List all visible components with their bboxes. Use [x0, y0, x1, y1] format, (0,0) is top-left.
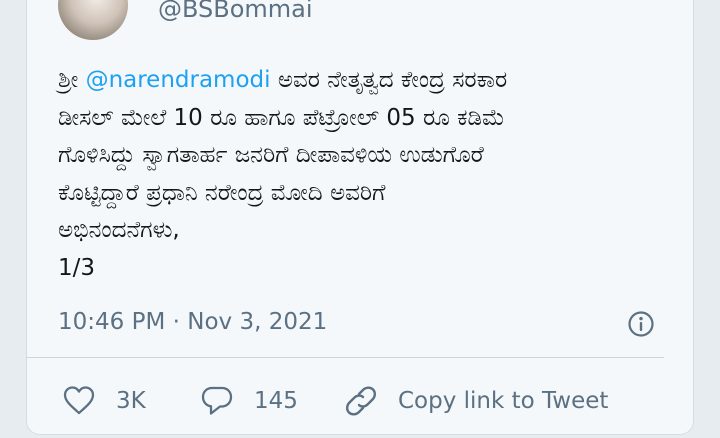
- tweet-text-line: ಗೊಳಿಸಿದ್ದು ಸ್ವಾಗತಾರ್ಹ ಜನರಿಗೆ ದೀಪಾವಳಿಯ ಉಡ…: [58, 142, 484, 168]
- link-icon: [345, 386, 377, 416]
- reply-button[interactable]: 145: [200, 384, 298, 418]
- tweet-text-suffix: ಅವರ ನೇತೃತ್ವದ ಕೇಂದ್ರ ಸರಕಾರ: [270, 67, 508, 93]
- heart-icon: [63, 386, 95, 415]
- tweet-text: ಶ್ರೀ @narendramodi ಅವರ ನೇತೃತ್ವದ ಕೇಂದ್ರ ಸ…: [58, 62, 678, 287]
- tweet-text-line: ಶ್ರೀ @narendramodi ಅವರ ನೇತೃತ್ವದ ಕೇಂದ್ರ ಸ…: [58, 62, 678, 100]
- mention-link[interactable]: @narendramodi: [86, 67, 271, 93]
- info-icon[interactable]: [627, 310, 655, 338]
- thread-counter: 1/3: [58, 254, 96, 281]
- divider: [26, 357, 664, 358]
- comment-icon: [201, 386, 233, 415]
- tweet-text-line: ಅಭಿನಂದನೆಗಳು,: [58, 217, 180, 243]
- reply-count: 145: [254, 388, 298, 414]
- author-handle[interactable]: @BSBommai: [158, 0, 313, 24]
- tweet-text-line: ಕೊಟ್ಟಿದ್ದಾರೆ ಪ್ರಧಾನಿ ನರೇಂದ್ರ ಮೋದಿ ಅವರಿಗೆ: [58, 179, 386, 206]
- copy-link-label: Copy link to Tweet: [398, 388, 609, 414]
- copy-link-button[interactable]: Copy link to Tweet: [344, 384, 608, 418]
- tweet-timestamp[interactable]: 10:46 PM · Nov 3, 2021: [58, 307, 327, 337]
- like-button[interactable]: 3K: [62, 384, 146, 418]
- like-count: 3K: [116, 388, 146, 414]
- tweet-text-line: ಡೀಸಲ್ ಮೇಲೆ 10 ರೂ ಹಾಗೂ ಪೆಟ್ರೋಲ್ 05 ರೂ ಕಡಿ…: [58, 104, 505, 131]
- tweet-text-prefix: ಶ್ರೀ: [58, 67, 86, 93]
